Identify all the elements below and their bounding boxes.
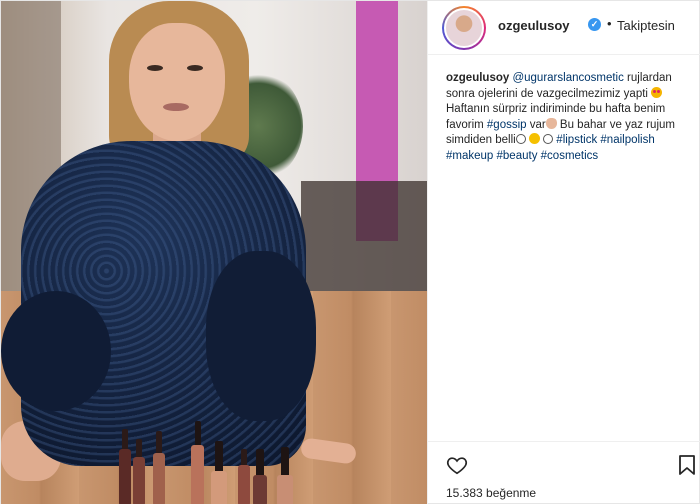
polish-bottle: [153, 431, 165, 504]
instagram-post: ozgeulusoy ✓ • Takiptesin ozgeulusoy @ug…: [0, 0, 700, 504]
mention-link[interactable]: @ugurarslancosmetic: [512, 72, 623, 84]
following-button[interactable]: Takiptesin: [617, 18, 675, 33]
likes-label: beğenme: [486, 486, 537, 500]
hashtag-nailpolish-link[interactable]: #nailpolish: [600, 134, 654, 146]
copyright-emoji-icon: [515, 134, 526, 145]
woman-face: [129, 23, 225, 141]
likes-count[interactable]: 15.383 beğenme: [446, 486, 536, 500]
likes-number: 15.383: [446, 486, 483, 500]
copyright-emoji-icon: [543, 134, 554, 145]
follow-separator: •: [607, 16, 612, 31]
hashtag-lipstick-link[interactable]: #lipstick: [556, 134, 597, 146]
hashtag-beauty-link[interactable]: #beauty: [497, 150, 538, 162]
post-header: ozgeulusoy ✓ • Takiptesin: [428, 1, 700, 55]
caption-author-link[interactable]: ozgeulusoy: [446, 72, 509, 84]
nail-polish-emoji-icon: [545, 117, 557, 129]
hashtag-gossip-link[interactable]: #gossip: [487, 119, 527, 131]
sleeve-right: [206, 251, 316, 421]
avatar-image: [444, 8, 484, 48]
woman-lips: [163, 103, 189, 111]
woman-eye-left: [147, 65, 163, 71]
post-photo[interactable]: [1, 1, 427, 504]
post-sidebar: ozgeulusoy ✓ • Takiptesin ozgeulusoy @ug…: [427, 1, 700, 504]
hashtag-cosmetics-link[interactable]: #cosmetics: [541, 150, 599, 162]
smile-emoji-icon: [528, 133, 540, 145]
hashtag-makeup-link[interactable]: #makeup: [446, 150, 493, 162]
caption-text: var: [526, 118, 546, 131]
heart-eyes-emoji-icon: [651, 86, 663, 98]
background-table: [301, 181, 427, 291]
post-actions: 15.383 beğenme: [428, 441, 700, 504]
polish-bottle: [211, 441, 227, 504]
heart-icon[interactable]: [446, 454, 468, 476]
woman-eye-right: [187, 65, 203, 71]
polish-bottle: [277, 447, 293, 504]
nail-polish-bottles: [113, 415, 303, 504]
polish-bottle: [133, 439, 145, 504]
polish-bottle: [253, 449, 267, 504]
sleeve-left: [1, 291, 111, 411]
profile-avatar[interactable]: [442, 6, 486, 50]
verified-badge-icon: ✓: [588, 18, 601, 31]
bookmark-icon[interactable]: [678, 454, 696, 476]
polish-bottle: [191, 421, 204, 504]
polish-bottle: [119, 429, 131, 504]
username-link[interactable]: ozgeulusoy: [498, 18, 570, 33]
polish-bottle: [238, 449, 250, 504]
post-caption: ozgeulusoy @ugurarslancosmetic rujlardan…: [446, 71, 692, 165]
